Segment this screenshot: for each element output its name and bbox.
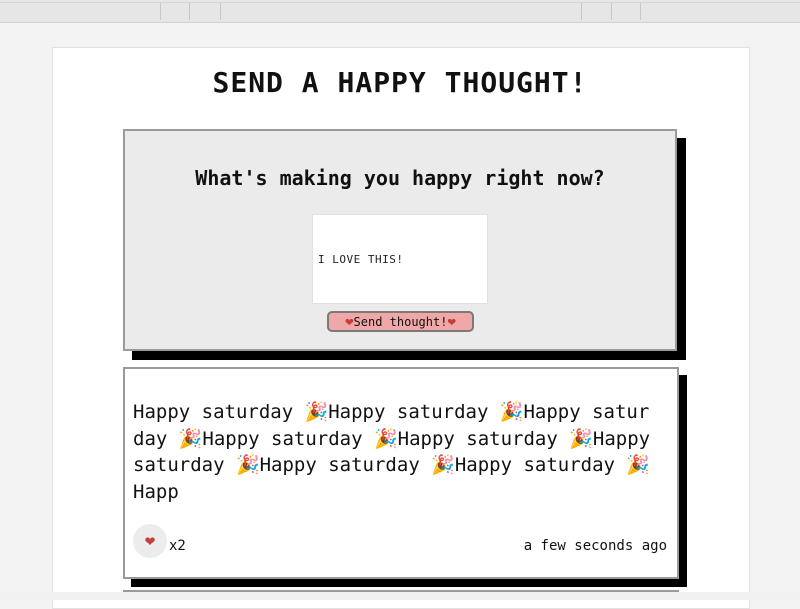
- thought-timestamp: a few seconds ago: [523, 538, 667, 554]
- heart-icon: ❤: [447, 313, 456, 330]
- thought-message: Happy saturday 🎉Happy saturday 🎉Happy sa…: [133, 401, 651, 503]
- like-count: x2: [169, 538, 186, 554]
- toolbar-divider: [0, 2, 800, 3]
- thought-input[interactable]: I LOVE THIS!: [312, 214, 488, 304]
- horizontal-scrollbar[interactable]: [0, 592, 800, 600]
- heart-icon: ❤: [345, 313, 354, 330]
- toolbar-separator: [160, 3, 161, 20]
- heart-icon: ❤: [144, 531, 156, 551]
- toolbar-separator: [220, 3, 221, 20]
- form-question: What's making you happy right now?: [195, 166, 605, 190]
- send-thought-button[interactable]: ❤ Send thought! ❤: [327, 311, 474, 332]
- page-title: SEND A HAPPY THOUGHT!: [212, 66, 588, 99]
- browser-toolbar: [0, 0, 800, 23]
- toolbar-separator: [640, 3, 641, 20]
- send-thought-label: Send thought!: [353, 314, 448, 329]
- toolbar-separator: [189, 3, 190, 20]
- like-button[interactable]: ❤: [133, 524, 167, 558]
- toolbar-separator: [581, 3, 582, 20]
- toolbar-separator: [611, 3, 612, 20]
- thought-input-value: I LOVE THIS!: [318, 253, 404, 266]
